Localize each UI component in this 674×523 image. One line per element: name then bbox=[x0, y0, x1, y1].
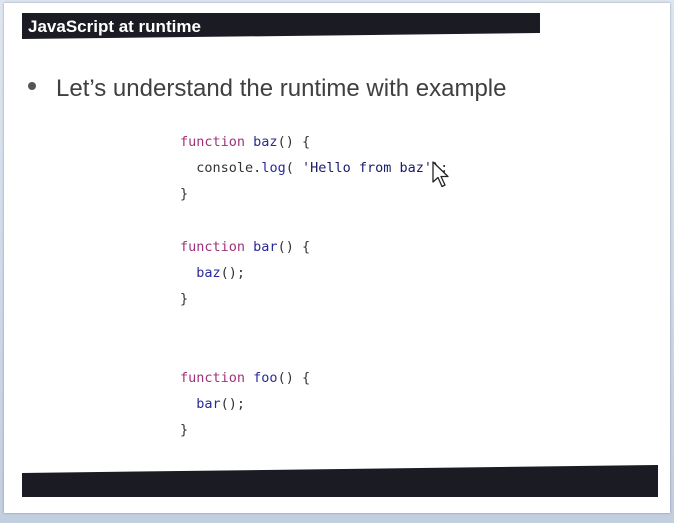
bullet-text: Let’s understand the runtime with exampl… bbox=[56, 75, 507, 102]
code-line: } bbox=[180, 181, 448, 207]
code-line: } bbox=[180, 417, 448, 443]
code-token-str: 'Hello from baz' bbox=[301, 160, 433, 177]
code-token-punc: ( bbox=[285, 160, 302, 177]
bullet-dot-icon bbox=[28, 82, 36, 90]
code-token-punc: (); bbox=[220, 264, 246, 281]
code-token-kw: function bbox=[180, 369, 246, 386]
code-token-punc: () { bbox=[277, 369, 311, 386]
code-token-fn: bar bbox=[253, 238, 278, 255]
slide-title: JavaScript at runtime bbox=[28, 17, 201, 36]
code-token-fn: bar bbox=[196, 395, 221, 412]
code-line: baz(); bbox=[180, 260, 448, 286]
footer-bar-shape bbox=[22, 465, 658, 497]
code-token-kw: function bbox=[180, 134, 246, 150]
code-line: } bbox=[180, 286, 448, 312]
code-token-fn: baz bbox=[253, 134, 278, 150]
code-line: function foo() { bbox=[180, 365, 448, 391]
code-token-punc: } bbox=[180, 186, 189, 203]
code-line: function bar() { bbox=[180, 234, 448, 260]
code-token-punc: (); bbox=[220, 395, 246, 412]
code-line: function baz() { bbox=[180, 129, 448, 155]
code-line: console.log( 'Hello from baz'); bbox=[180, 155, 448, 181]
code-token-fn: foo bbox=[253, 369, 278, 386]
code-block: function baz() { console.log( 'Hello fro… bbox=[180, 129, 448, 496]
code-token-kw: function bbox=[180, 238, 246, 255]
code-token-fn: baz bbox=[196, 264, 221, 281]
code-token-punc: } bbox=[180, 422, 189, 439]
code-token-punc: } bbox=[180, 291, 189, 308]
code-token-punc: () { bbox=[277, 134, 311, 150]
code-token-plain: console bbox=[196, 160, 254, 177]
presentation-slide: JavaScript at runtime Let’s understand t… bbox=[4, 3, 670, 513]
slide-footer-bar bbox=[22, 465, 658, 497]
code-token-punc: () { bbox=[277, 238, 311, 255]
code-line: bar(); bbox=[180, 391, 448, 417]
code-token-fn: log bbox=[261, 160, 286, 177]
mouse-pointer-icon bbox=[432, 161, 449, 188]
screen: JavaScript at runtime Let’s understand t… bbox=[0, 0, 674, 523]
slide-title-bar: JavaScript at runtime bbox=[22, 13, 540, 39]
